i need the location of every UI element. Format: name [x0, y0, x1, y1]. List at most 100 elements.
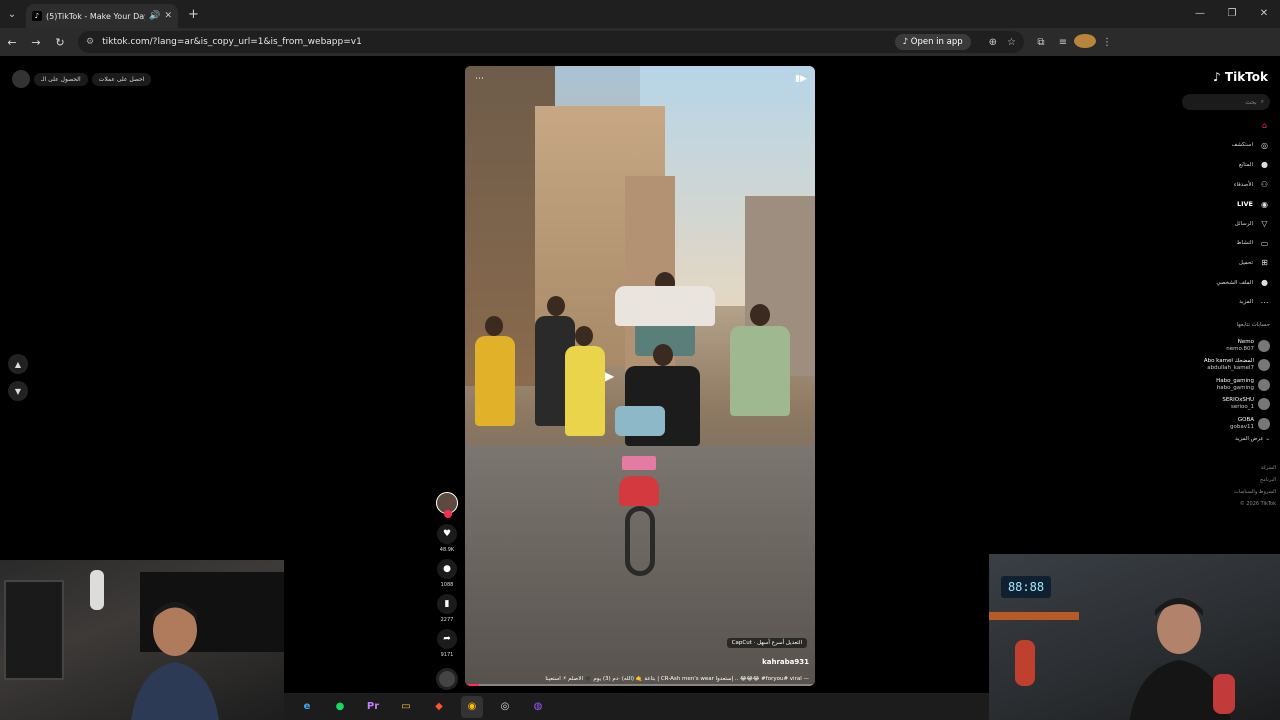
account-name: Abo kamel المضحك	[1203, 358, 1254, 365]
close-window-icon[interactable]: ✕	[1248, 0, 1280, 28]
account-avatar	[1258, 359, 1270, 372]
reload-icon[interactable]: ↻	[48, 36, 72, 49]
zoom-icon[interactable]: ⊕	[989, 37, 997, 48]
webcam-right-shelf	[989, 612, 1079, 620]
tab-bar: ⌄ ♪ (5)TikTok - Make Your Day 🔊 ✕ + — ❐ …	[0, 0, 1280, 28]
next-video-button[interactable]: ▼	[8, 381, 28, 401]
following-account[interactable]: Habo_gaming habo_gaming	[1170, 375, 1270, 395]
sidebar-item-explore[interactable]: استكشف ◎	[1170, 136, 1270, 156]
browser-menu-icon[interactable]: ⋮	[1096, 37, 1118, 48]
sidebar-item-following[interactable]: المتابَع ●	[1170, 155, 1270, 175]
following-heading: حسابات تتابعها	[1236, 322, 1270, 328]
share-icon: ➦	[443, 634, 451, 644]
sidebar-item-profile[interactable]: الملف الشخصي ●	[1170, 273, 1270, 293]
media-controls-icon[interactable]: ≡	[1052, 37, 1074, 48]
video-options-icon[interactable]: ⋯	[475, 74, 484, 84]
messages-icon: ▽	[1261, 219, 1268, 229]
sidebar-item-live[interactable]: LIVE ◉	[1170, 194, 1270, 214]
profile-avatar-icon[interactable]	[1074, 33, 1096, 51]
upload-icon: ⊞	[1261, 258, 1268, 268]
taskbar: e ● Pr ▭ ◆ ◉ ◎ ◍	[284, 693, 989, 720]
address-bar[interactable]: ⚙ tiktok.com/?lang=ar&is_copy_url=1&is_f…	[78, 31, 1024, 53]
following-account[interactable]: SERIOxSHU serioo_1	[1170, 395, 1270, 415]
following-account[interactable]: Nemo nemo.807	[1170, 336, 1270, 356]
tab-search-icon[interactable]: ⌄	[0, 0, 24, 28]
video-caption[interactable]: — foryou# viral# 😂😂😂 .. إستعدوا CR-Ash m…	[473, 676, 809, 682]
video-author[interactable]: kahraba931	[762, 658, 809, 666]
get-pill[interactable]: الحصول على الـ	[34, 72, 88, 86]
volume-icon[interactable]: ▮▶	[795, 74, 807, 84]
browser-toolbar: ← → ↻ ⚙ tiktok.com/?lang=ar&is_copy_url=…	[0, 28, 1280, 56]
user-avatar[interactable]	[12, 70, 30, 88]
premiere-icon[interactable]: Pr	[362, 696, 384, 718]
video-player[interactable]: ⋯ ▮▶ CapCut · التعديل أسرع أسهل kahraba9…	[465, 66, 815, 686]
messenger-icon[interactable]: ◍	[527, 696, 549, 718]
video-progress-bar[interactable]	[465, 684, 815, 686]
chrome-icon[interactable]: ◉	[461, 695, 483, 718]
sidebar-item-label: المتابَع	[1238, 161, 1253, 168]
window-controls: — ❐ ✕	[1184, 0, 1280, 28]
open-in-app-label: Open in app	[910, 37, 963, 47]
sidebar-item-activity[interactable]: النشاط ▭	[1170, 234, 1270, 254]
creator-avatar[interactable]	[436, 492, 458, 518]
search-input[interactable]: بحث ⌕	[1182, 94, 1270, 110]
music-disc[interactable]	[436, 668, 458, 690]
new-tab-button[interactable]: +	[188, 7, 199, 22]
restore-icon[interactable]: ❐	[1216, 0, 1248, 28]
sidebar-item-upload[interactable]: تحميل ⊞	[1170, 253, 1270, 273]
files-icon[interactable]: ▭	[395, 696, 417, 718]
footer-link[interactable]: الشركة	[1234, 462, 1276, 474]
activity-icon: ▭	[1260, 238, 1269, 248]
get-coins-pill[interactable]: احصل على عملات	[91, 72, 152, 86]
account-avatar	[1258, 417, 1270, 430]
compass-icon: ◎	[1261, 140, 1268, 150]
account-name: Habo_gaming	[1216, 377, 1254, 384]
heart-icon: ♥	[442, 529, 452, 539]
mouse-cursor-icon: ▶	[605, 369, 615, 383]
search-icon[interactable]: ⌕	[1261, 98, 1264, 106]
chevron-up-icon: ▲	[14, 359, 22, 369]
site-info-icon[interactable]: ⚙	[86, 37, 94, 47]
sidebar-item-label: استكشف	[1231, 142, 1253, 149]
share-button[interactable]: ➦	[437, 629, 457, 649]
comment-button[interactable]: ●	[437, 559, 457, 579]
capcut-badge[interactable]: CapCut · التعديل أسرع أسهل	[726, 638, 807, 648]
tab-tiktok[interactable]: ♪ (5)TikTok - Make Your Day 🔊 ✕	[26, 4, 178, 28]
back-icon[interactable]: ←	[0, 36, 24, 49]
url-text: tiktok.com/?lang=ar&is_copy_url=1&is_fro…	[102, 37, 362, 47]
brave-icon[interactable]: ◆	[428, 696, 450, 718]
chevron-down-icon: ▼	[14, 386, 22, 396]
account-user: gobav11	[1230, 423, 1254, 430]
previous-video-button[interactable]: ▲	[8, 354, 28, 374]
footer-link[interactable]: الشروط والسياسات	[1234, 486, 1276, 498]
sidebar-item-messages[interactable]: الرسائل ▽	[1170, 214, 1270, 234]
tab-close-icon[interactable]: ✕	[164, 11, 172, 21]
tab-audio-icon[interactable]: 🔊	[149, 11, 160, 21]
extensions-icon[interactable]: ⧉	[1030, 37, 1052, 48]
tiktok-logo[interactable]: ♪ TikTok	[1213, 70, 1268, 84]
sidebar-item-more[interactable]: المزيد ⋯	[1170, 292, 1270, 312]
bookmark-star-icon[interactable]: ☆	[1007, 37, 1016, 48]
webcam-right: 88:88	[989, 554, 1280, 720]
tab-title: (5)TikTok - Make Your Day	[46, 11, 146, 21]
account-avatar	[1258, 339, 1270, 352]
obs-icon[interactable]: ◎	[494, 696, 516, 718]
bookmark-button[interactable]: ▮	[437, 594, 457, 614]
forward-icon[interactable]: →	[24, 36, 48, 49]
like-button[interactable]: ♥	[437, 524, 457, 544]
sidebar-item-label: المزيد	[1239, 299, 1253, 306]
following-account[interactable]: Abo kamel المضحك abdullah_kamel7	[1170, 356, 1270, 376]
footer-link[interactable]: البرنامج	[1234, 474, 1276, 486]
spotify-icon[interactable]: ●	[329, 696, 351, 718]
follow-plus-icon[interactable]	[444, 510, 452, 518]
sidebar-item-home[interactable]: ⌂	[1170, 116, 1270, 136]
footer-copyright: © 2026 TikTok	[1239, 501, 1276, 507]
sidebar-footer: الشركة البرنامج الشروط والسياسات © 2026 …	[1234, 462, 1276, 510]
streamer-left	[131, 602, 219, 720]
see-more-link[interactable]: عرض المزيد ⌄	[1235, 436, 1270, 442]
sidebar-item-friends[interactable]: الأصدقاء ⚇	[1170, 175, 1270, 195]
following-account[interactable]: GOBA gobav11	[1170, 414, 1270, 434]
open-in-app-button[interactable]: ♪ Open in app	[894, 34, 971, 50]
edge-icon[interactable]: e	[296, 696, 318, 718]
minimize-icon[interactable]: —	[1184, 0, 1216, 28]
